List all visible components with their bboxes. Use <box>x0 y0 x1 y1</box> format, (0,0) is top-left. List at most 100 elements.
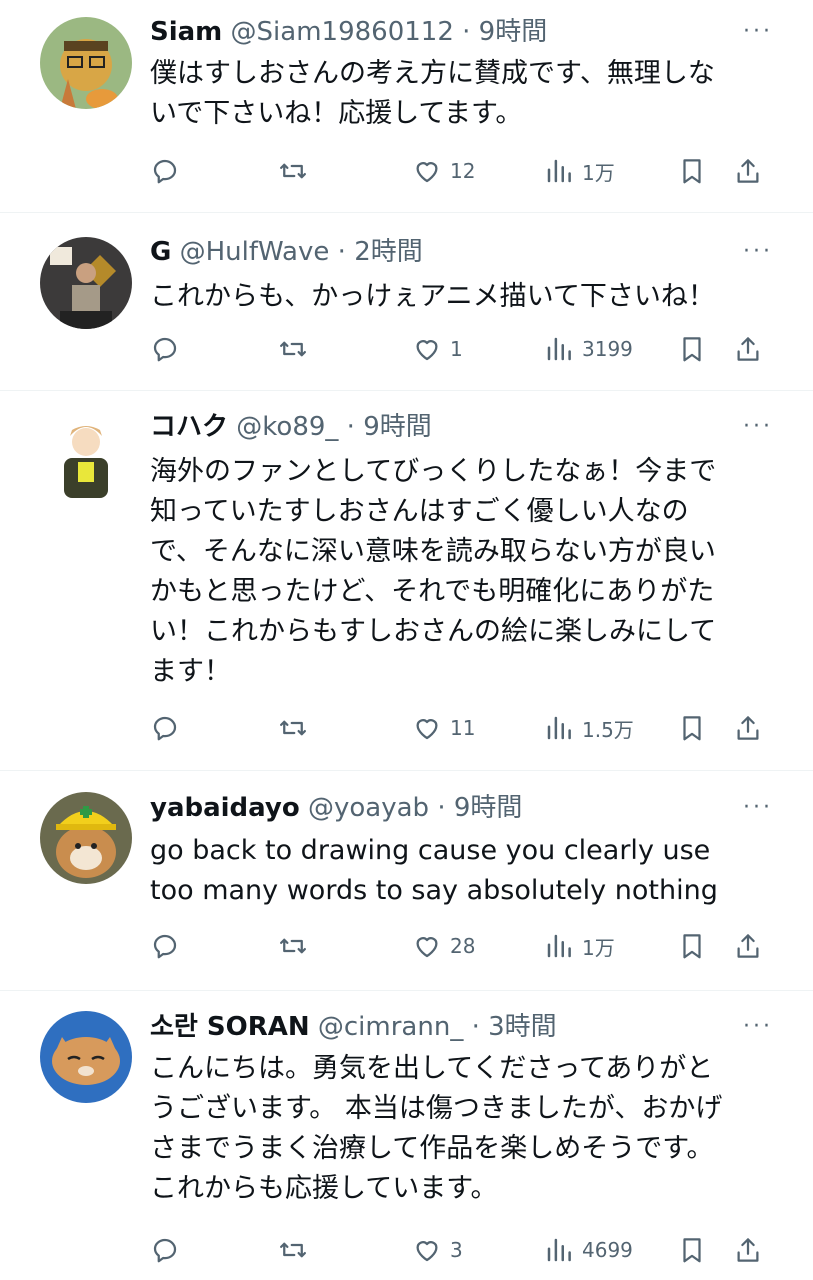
repost-button[interactable] <box>278 1230 308 1270</box>
display-name[interactable]: yabaidayo <box>150 793 300 823</box>
display-name[interactable]: 소란 SORAN <box>150 1012 310 1042</box>
timestamp[interactable]: 9時間 <box>479 17 548 47</box>
bookmark-icon <box>683 337 701 362</box>
repost-icon <box>280 341 306 357</box>
avatar[interactable] <box>40 17 132 109</box>
timestamp[interactable]: 2時間 <box>354 237 423 267</box>
reply-header: yabaidayo @yoayab · 9時間 <box>150 793 523 823</box>
bookmark-icon <box>683 159 701 184</box>
reply-button[interactable] <box>150 151 180 191</box>
avatar-image <box>40 17 132 109</box>
like-button[interactable]: 28 <box>412 926 475 966</box>
like-button[interactable]: 11 <box>412 708 475 748</box>
like-button[interactable]: 12 <box>412 151 475 191</box>
reply-text-line: さまでうまく治療して作品を楽しめそうです。 <box>150 1133 714 1164</box>
views-icon <box>547 716 571 740</box>
reply-header: G @HulfWave · 2時間 <box>150 237 423 267</box>
views-button[interactable]: 3199 <box>544 329 633 369</box>
reply-button[interactable] <box>150 926 180 966</box>
reply-button[interactable] <box>150 708 180 748</box>
reply-text-line: go back to drawing cause you clearly use <box>150 835 711 866</box>
repost-icon <box>280 938 306 954</box>
reply-icon <box>153 934 177 959</box>
reply-header: 소란 SORAN @cimrann_ · 3時間 <box>150 1012 557 1042</box>
like-button[interactable]: 1 <box>412 329 463 369</box>
action-bar: 12 1万 <box>150 151 773 191</box>
reply-item[interactable]: 소란 SORAN @cimrann_ · 3時間 ··· こんにちは。勇気を出し… <box>0 991 813 1280</box>
views-button[interactable]: 1万 <box>544 151 615 191</box>
replies-feed: Siam @Siam19860112 · 9時間 ··· 僕はすしおさんの考え方… <box>0 0 813 1280</box>
reply-button[interactable] <box>150 329 180 369</box>
avatar[interactable] <box>40 1011 132 1103</box>
bookmark-button[interactable] <box>677 708 707 748</box>
like-button[interactable]: 3 <box>412 1230 463 1270</box>
more-options-button[interactable]: ··· <box>743 1007 773 1047</box>
repost-button[interactable] <box>278 151 308 191</box>
avatar[interactable] <box>40 412 132 504</box>
timestamp[interactable]: 9時間 <box>454 793 523 823</box>
display-name[interactable]: コハク <box>150 412 228 442</box>
repost-button[interactable] <box>278 708 308 748</box>
more-options-button[interactable]: ··· <box>743 232 773 272</box>
display-name[interactable]: Siam <box>150 17 222 47</box>
view-count: 1.5万 <box>582 717 634 742</box>
share-icon <box>737 337 759 361</box>
views-icon <box>547 159 571 183</box>
share-button[interactable] <box>733 708 763 748</box>
views-button[interactable]: 4699 <box>544 1230 633 1270</box>
user-handle[interactable]: @ko89_ <box>236 412 338 442</box>
reply-text: これからも、かっけぇアニメ描いて下さいね！ <box>150 277 773 317</box>
more-options-button[interactable]: ··· <box>743 12 773 52</box>
heart-icon <box>416 719 438 740</box>
reply-button[interactable] <box>150 1230 180 1270</box>
avatar[interactable] <box>40 792 132 884</box>
bookmark-button[interactable] <box>677 329 707 369</box>
heart-icon <box>416 162 438 183</box>
repost-icon <box>280 1242 306 1258</box>
more-options-button[interactable]: ··· <box>743 788 773 828</box>
heart-icon <box>416 340 438 361</box>
reply-item[interactable]: yabaidayo @yoayab · 9時間 ··· go back to d… <box>0 771 813 991</box>
reply-icon <box>153 716 177 741</box>
reply-item[interactable]: コハク @ko89_ · 9時間 ··· 海外のファンとしてびっくりしたなぁ！今… <box>0 391 813 771</box>
heart-icon <box>416 1241 438 1262</box>
share-button[interactable] <box>733 151 763 191</box>
avatar-image <box>40 792 132 884</box>
repost-button[interactable] <box>278 926 308 966</box>
heart-icon <box>416 937 438 958</box>
share-button[interactable] <box>733 1230 763 1270</box>
repost-icon <box>280 720 306 736</box>
bookmark-button[interactable] <box>677 151 707 191</box>
repost-button[interactable] <box>278 329 308 369</box>
reply-text-line: いで下さいね！応援してます。 <box>150 98 523 129</box>
reply-text-line: これからも応援しています。 <box>150 1173 498 1204</box>
user-handle[interactable]: @cimrann_ <box>318 1012 463 1042</box>
bookmark-button[interactable] <box>677 926 707 966</box>
avatar[interactable] <box>40 237 132 329</box>
views-button[interactable]: 1.5万 <box>544 708 634 748</box>
action-bar: 1 3199 <box>150 329 773 369</box>
bookmark-button[interactable] <box>677 1230 707 1270</box>
reply-header: Siam @Siam19860112 · 9時間 <box>150 17 548 47</box>
reply-text-line: too many words to say absolutely nothing <box>150 875 718 906</box>
more-options-button[interactable]: ··· <box>743 407 773 447</box>
share-button[interactable] <box>733 329 763 369</box>
share-button[interactable] <box>733 926 763 966</box>
action-bar: 11 1.5万 <box>150 708 773 748</box>
user-handle[interactable]: @yoayab <box>308 793 429 823</box>
reply-text-line: 海外のファンとしてびっくりしたなぁ！今まで <box>150 456 717 487</box>
reply-header: コハク @ko89_ · 9時間 <box>150 412 432 442</box>
share-icon <box>737 934 759 958</box>
reply-text: 僕はすしおさんの考え方に賛成です、無理しな いで下さいね！応援してます。 <box>150 54 773 134</box>
bookmark-icon <box>683 1238 701 1263</box>
reply-item[interactable]: Siam @Siam19860112 · 9時間 ··· 僕はすしおさんの考え方… <box>0 0 813 213</box>
timestamp[interactable]: 9時間 <box>363 412 432 442</box>
view-count: 1万 <box>582 160 615 185</box>
user-handle[interactable]: @Siam19860112 <box>231 17 454 47</box>
timestamp[interactable]: 3時間 <box>488 1012 557 1042</box>
display-name[interactable]: G <box>150 237 171 267</box>
user-handle[interactable]: @HulfWave <box>180 237 330 267</box>
like-count: 1 <box>450 337 463 361</box>
reply-item[interactable]: G @HulfWave · 2時間 ··· これからも、かっけぇアニメ描いて下さ… <box>0 213 813 391</box>
views-button[interactable]: 1万 <box>544 926 615 966</box>
